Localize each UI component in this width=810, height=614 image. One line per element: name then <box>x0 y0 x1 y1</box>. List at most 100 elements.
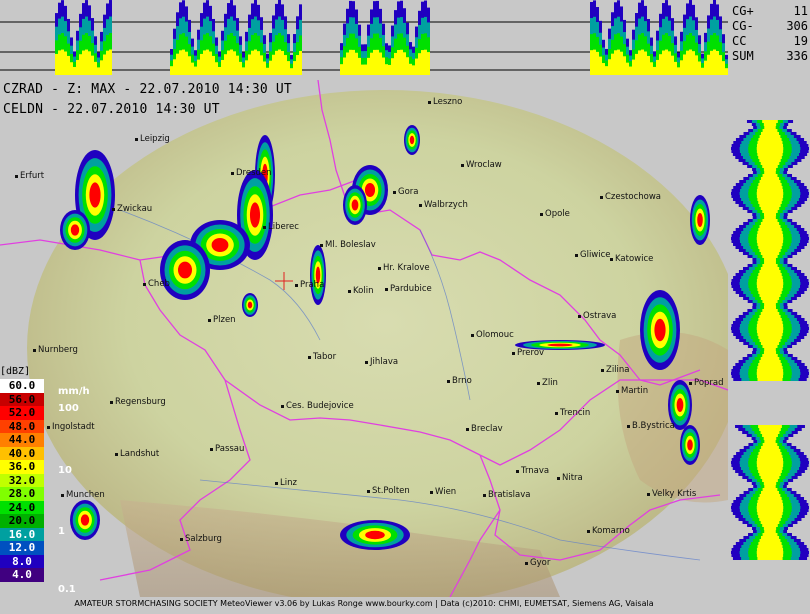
stat-row: CG- 306 <box>732 19 808 34</box>
profile-bar <box>758 497 782 500</box>
timeline-bar <box>418 53 421 75</box>
timeline-bar <box>85 49 88 75</box>
timeline-bar <box>343 57 346 75</box>
timeline-bar <box>692 51 695 75</box>
timeline-bar <box>367 57 370 75</box>
legend-step: 24.0 <box>0 500 44 514</box>
timeline-bar <box>215 62 218 75</box>
profile-bar <box>756 282 784 285</box>
lightning-timeline-graphic <box>0 0 728 76</box>
profile-bar <box>760 431 780 434</box>
profile-bar <box>757 288 783 291</box>
timeline-bar <box>361 64 364 75</box>
legend-step: 16.0 <box>0 527 44 541</box>
profile-bar <box>762 174 778 177</box>
legend-rate-1: 1 <box>58 526 65 537</box>
timeline-bar <box>713 49 716 75</box>
profile-bar <box>758 470 782 473</box>
timeline-bar <box>632 59 635 75</box>
timeline-bar <box>379 52 382 75</box>
timeline-bar <box>385 64 388 75</box>
profile-bar <box>760 521 780 524</box>
city-label: Trencin <box>554 408 591 418</box>
profile-bar <box>756 372 784 375</box>
profile-bar <box>764 216 776 219</box>
profile-bar <box>762 129 778 132</box>
timeline-bar <box>91 55 94 75</box>
profile-bar <box>762 255 778 258</box>
stat-label: CC <box>732 34 747 48</box>
timeline-bar <box>251 50 254 75</box>
city-label: Gliwice <box>575 250 611 260</box>
timeline-bar <box>242 67 245 75</box>
legend-rate-unit: mm/h <box>58 386 90 397</box>
city-label: Nitra <box>557 473 583 483</box>
timeline-bar <box>188 56 191 75</box>
city-label: Brno <box>447 376 472 386</box>
profile-bar <box>764 303 776 306</box>
profile-bar <box>756 458 784 461</box>
profile-bar <box>763 168 777 171</box>
timeline-bar <box>230 49 233 75</box>
profile-bar <box>757 500 783 503</box>
profile-bar <box>761 446 779 449</box>
timeline-bar <box>644 51 647 75</box>
profile-bar <box>763 213 777 216</box>
timeline-bar <box>629 66 632 75</box>
timeline-bar <box>88 51 91 75</box>
profile-bar <box>756 147 784 150</box>
timeline-bar <box>272 54 275 75</box>
profile-bar <box>760 357 780 360</box>
profile-bar <box>756 461 784 464</box>
city-label: Munchen <box>61 490 105 500</box>
echo-profile-strip <box>730 80 810 610</box>
timeline-bar <box>710 50 713 75</box>
timeline-bar <box>340 64 343 75</box>
city-label: Wien <box>429 487 457 497</box>
profile-bar <box>757 243 783 246</box>
legend-step: 60.0 <box>0 379 44 393</box>
legend-step: 32.0 <box>0 473 44 487</box>
profile-bar <box>762 354 778 357</box>
timeline-bar <box>200 53 203 75</box>
legend-step: 20.0 <box>0 514 44 528</box>
timeline-bar <box>704 60 707 75</box>
profile-bar <box>757 186 783 189</box>
profile-bar <box>760 252 780 255</box>
timeline-bar <box>278 49 281 75</box>
timeline-bar <box>617 49 620 75</box>
city-label: Passau <box>209 444 245 454</box>
timeline-bar <box>647 55 650 75</box>
timeline-bar <box>686 50 689 75</box>
timeline-bar <box>698 61 701 75</box>
city-label: Zlin <box>537 378 558 388</box>
city-label: B.Bystrica <box>627 421 675 431</box>
radar-product-line: CZRAD - Z: MAX - 22.07.2010 14:30 UT <box>3 82 292 97</box>
profile-bar <box>756 375 784 378</box>
timeline-bar <box>79 54 82 75</box>
legend-unit: [dBZ] <box>0 366 31 377</box>
profile-bar <box>759 294 781 297</box>
radar-map-graphic <box>0 79 743 606</box>
profile-bar <box>763 351 777 354</box>
storm-cell <box>365 530 385 540</box>
profile-bar <box>757 455 783 458</box>
timeline-bar <box>290 68 293 75</box>
profile-bar <box>758 156 782 159</box>
profile-bar <box>759 494 781 497</box>
profile-bar <box>758 515 782 518</box>
profile-bar <box>759 315 781 318</box>
city-label: Zilina <box>601 365 630 375</box>
profile-bar <box>758 318 782 321</box>
profile-bar <box>759 473 781 476</box>
profile-bar <box>756 551 784 554</box>
profile-bar <box>756 327 784 330</box>
timeline-bar <box>263 61 266 75</box>
stat-label: CG- <box>732 19 754 33</box>
timeline-bar <box>391 58 394 75</box>
city-label: Pardubice <box>385 284 432 294</box>
timeline-bar <box>614 50 617 75</box>
timeline-bar <box>388 64 391 75</box>
timeline-bar <box>236 55 239 75</box>
storm-cell <box>654 318 666 342</box>
